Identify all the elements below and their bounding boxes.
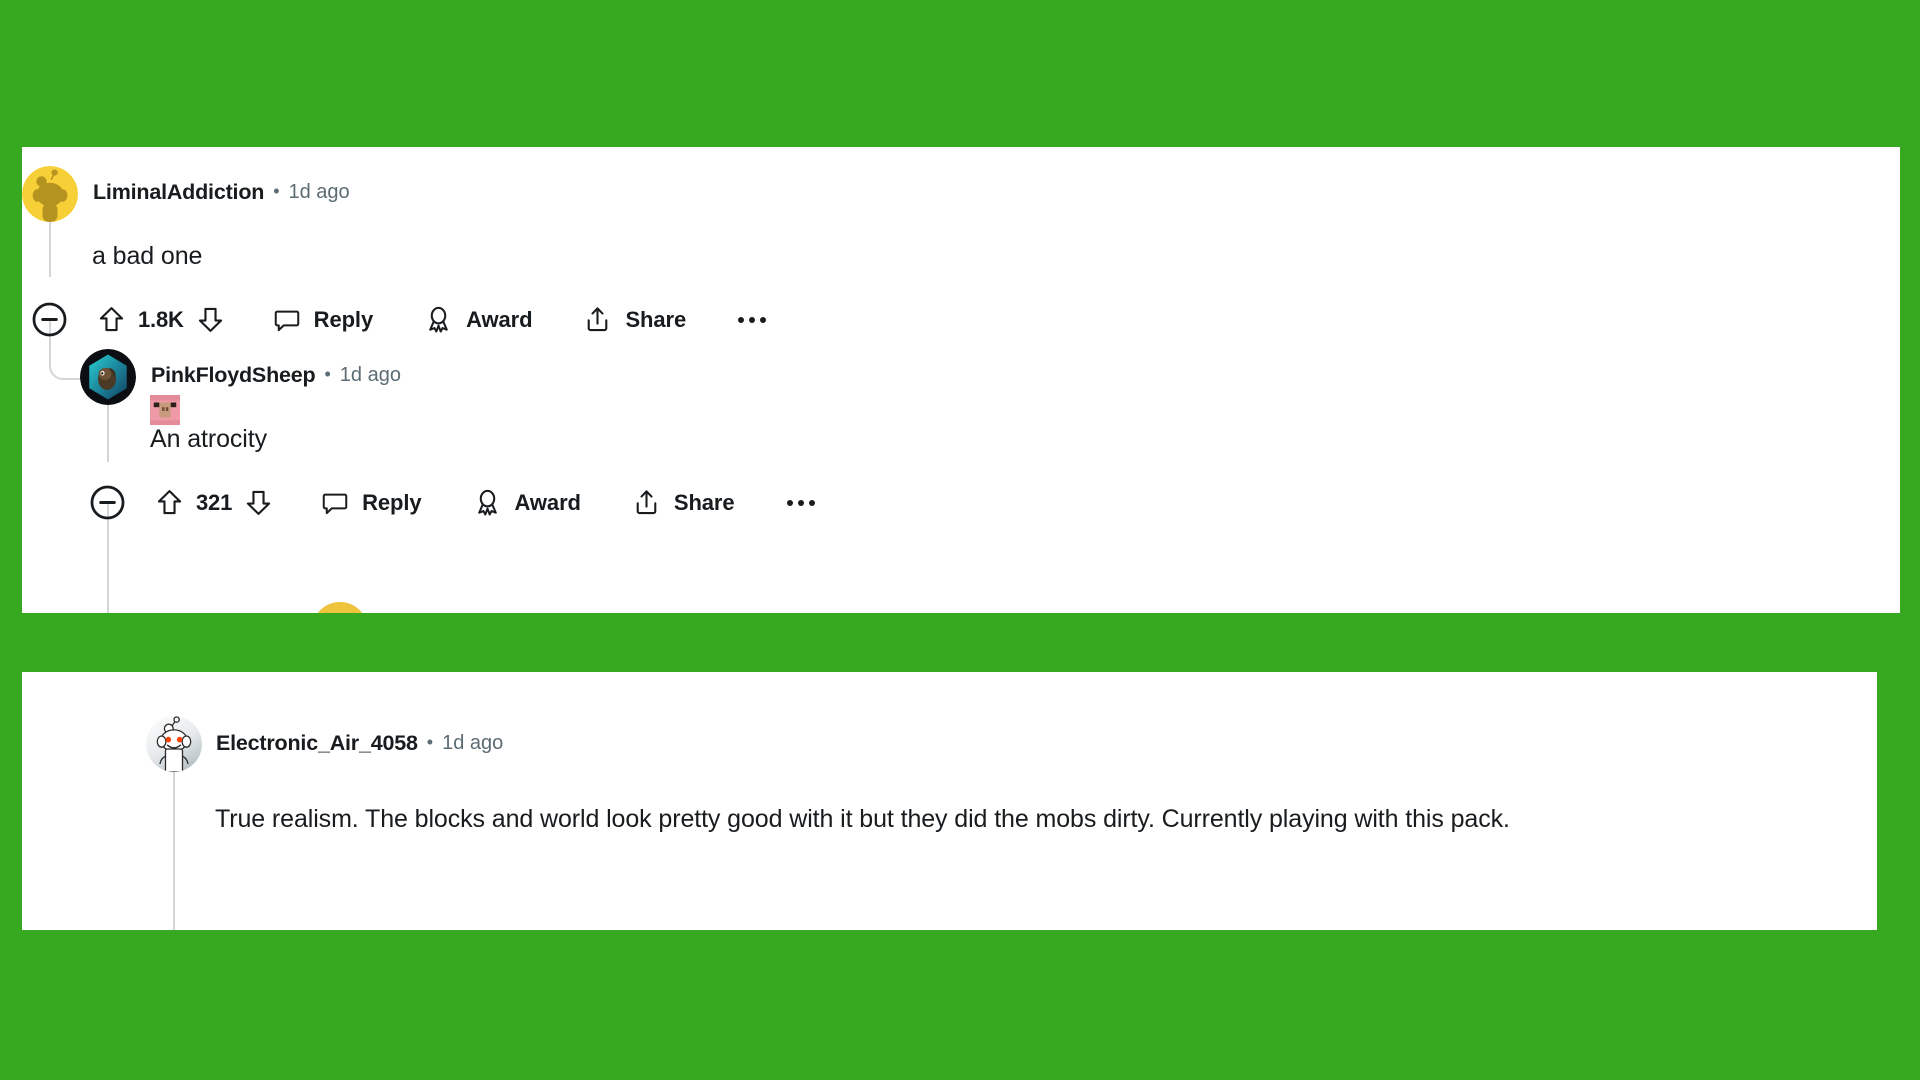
- upvote-button[interactable]: [96, 304, 127, 335]
- comment-header: PinkFloydSheep • 1d ago: [151, 363, 401, 388]
- more-options-icon: [786, 499, 815, 506]
- collapse-button[interactable]: [29, 299, 70, 340]
- reply-label: Reply: [313, 306, 374, 332]
- snoo-yellow-avatar: [22, 166, 78, 222]
- share-label: Share: [625, 306, 687, 332]
- comment-thread-card: LiminalAddiction • 1d ago a bad one 1.8K: [22, 147, 1900, 613]
- comment-bubble-icon: [322, 493, 348, 514]
- comment-action-bar: 321 Reply Award Share: [80, 482, 815, 523]
- upvote-arrow-icon: [157, 490, 182, 515]
- downvote-arrow-icon: [198, 307, 222, 332]
- reply-label: Reply: [362, 489, 422, 515]
- timestamp: 1d ago: [339, 364, 401, 386]
- thread-line-root: [173, 772, 175, 930]
- username[interactable]: LiminalAddiction: [93, 180, 264, 205]
- upvote-arrow-icon: [99, 307, 124, 332]
- thread-line-child-upper: [107, 405, 109, 462]
- avatar[interactable]: [312, 602, 368, 613]
- award-button[interactable]: Award: [423, 304, 533, 335]
- minecraft-pig-face: [150, 395, 180, 425]
- upvote-button[interactable]: [154, 487, 185, 518]
- meta-separator: •: [273, 181, 280, 201]
- reply-button[interactable]: Reply: [320, 488, 422, 518]
- share-button[interactable]: Share: [631, 487, 735, 518]
- more-options-button[interactable]: [738, 316, 767, 323]
- comment-body: An atrocity: [150, 425, 268, 453]
- award-ribbon-icon: [429, 306, 448, 333]
- downvote-button[interactable]: [195, 304, 226, 335]
- snoo-white-avatar: [146, 716, 202, 772]
- comment-header: Electronic_Air_4058 • 1d ago: [216, 731, 503, 756]
- vote-count: 321: [196, 489, 233, 515]
- screen-root: LiminalAddiction • 1d ago a bad one 1.8K: [0, 0, 1920, 1080]
- timestamp: 1d ago: [288, 181, 350, 203]
- more-options-icon: [738, 316, 767, 323]
- hexagon-teal-avatar: [80, 349, 136, 405]
- award-ribbon-icon: [477, 489, 497, 516]
- downvote-arrow-icon: [246, 490, 271, 515]
- vote-count: 1.8K: [138, 306, 184, 332]
- share-upload-icon: [588, 307, 608, 332]
- username[interactable]: Electronic_Air_4058: [216, 731, 418, 756]
- username[interactable]: PinkFloydSheep: [151, 363, 316, 388]
- share-button[interactable]: Share: [582, 304, 686, 335]
- award-button[interactable]: Award: [472, 487, 581, 518]
- comment-emoji: [150, 395, 180, 425]
- collapse-button[interactable]: [87, 482, 128, 523]
- comment-header: LiminalAddiction • 1d ago: [93, 180, 350, 205]
- share-label: Share: [673, 489, 735, 515]
- meta-separator: •: [324, 364, 331, 384]
- more-options-button[interactable]: [786, 499, 815, 506]
- meta-separator: •: [426, 732, 434, 752]
- thread-line-root-upper: [49, 222, 51, 277]
- comment-body: a bad one: [92, 242, 203, 270]
- avatar[interactable]: [22, 166, 78, 222]
- share-upload-icon: [636, 490, 657, 515]
- comment-body: True realism. The blocks and world look …: [215, 805, 1510, 833]
- award-label: Award: [466, 306, 533, 332]
- avatar[interactable]: [146, 716, 202, 772]
- avatar[interactable]: [80, 349, 136, 405]
- comment-bubble-icon: [274, 310, 299, 331]
- comment-standalone-card: Electronic_Air_4058 • 1d ago True realis…: [22, 672, 1877, 930]
- award-label: Award: [514, 489, 581, 515]
- downvote-button[interactable]: [243, 487, 274, 518]
- reply-button[interactable]: Reply: [272, 305, 373, 335]
- timestamp: 1d ago: [442, 732, 504, 754]
- collapse-icon: [32, 302, 67, 337]
- comment-action-bar: 1.8K Reply Award Share: [22, 299, 767, 340]
- collapse-icon: [90, 485, 125, 520]
